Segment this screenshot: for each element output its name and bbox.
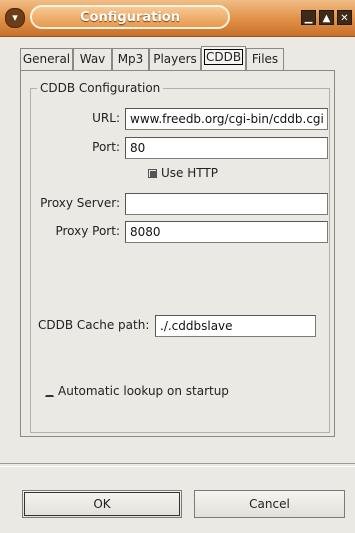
- url-label: URL:: [92, 111, 120, 125]
- tab-label: General: [22, 52, 71, 66]
- tab-label: Mp3: [117, 52, 144, 66]
- tab-label: Files: [251, 52, 279, 66]
- proxy-server-field[interactable]: [125, 193, 328, 215]
- cache-path-label: CDDB Cache path:: [38, 318, 150, 332]
- tab-players[interactable]: Players: [149, 48, 201, 70]
- title-bar[interactable]: ▾ Configuration ▁ ▲ ✕: [0, 0, 355, 37]
- proxy-port-label: Proxy Port:: [55, 224, 120, 238]
- url-field[interactable]: www.freedb.org/cgi-bin/cddb.cgi: [125, 108, 328, 130]
- port-field[interactable]: 80: [125, 137, 328, 159]
- auto-lookup-label[interactable]: Automatic lookup on startup: [58, 384, 229, 398]
- use-http-checkbox[interactable]: [148, 169, 157, 178]
- tab-label: Players: [153, 52, 197, 66]
- tab-cddb[interactable]: CDDB: [201, 46, 246, 70]
- port-label: Port:: [92, 140, 120, 154]
- cancel-button[interactable]: Cancel: [194, 490, 345, 518]
- auto-lookup-checkbox[interactable]: [45, 388, 54, 397]
- close-icon[interactable]: ✕: [337, 10, 352, 25]
- title-pill: Configuration: [30, 5, 230, 29]
- group-title: CDDB Configuration: [37, 81, 164, 95]
- chevron-down-icon[interactable]: ▾: [5, 8, 25, 28]
- ok-button[interactable]: OK: [22, 490, 182, 518]
- proxy-server-label: Proxy Server:: [40, 196, 120, 210]
- minimize-icon[interactable]: ▁: [301, 10, 316, 25]
- tab-files[interactable]: Files: [246, 48, 284, 70]
- cache-path-field[interactable]: ./.cddbslave: [155, 315, 316, 337]
- separator: [0, 463, 355, 467]
- use-http-label[interactable]: Use HTTP: [161, 166, 218, 180]
- tab-mp3[interactable]: Mp3: [112, 48, 149, 70]
- proxy-port-field[interactable]: 8080: [125, 221, 328, 243]
- tab-label: CDDB: [203, 49, 244, 65]
- tab-general[interactable]: General: [20, 48, 73, 70]
- maximize-icon[interactable]: ▲: [319, 10, 334, 25]
- window-title: Configuration: [80, 10, 180, 25]
- tab-wav[interactable]: Wav: [73, 48, 112, 70]
- tab-label: Wav: [79, 52, 106, 66]
